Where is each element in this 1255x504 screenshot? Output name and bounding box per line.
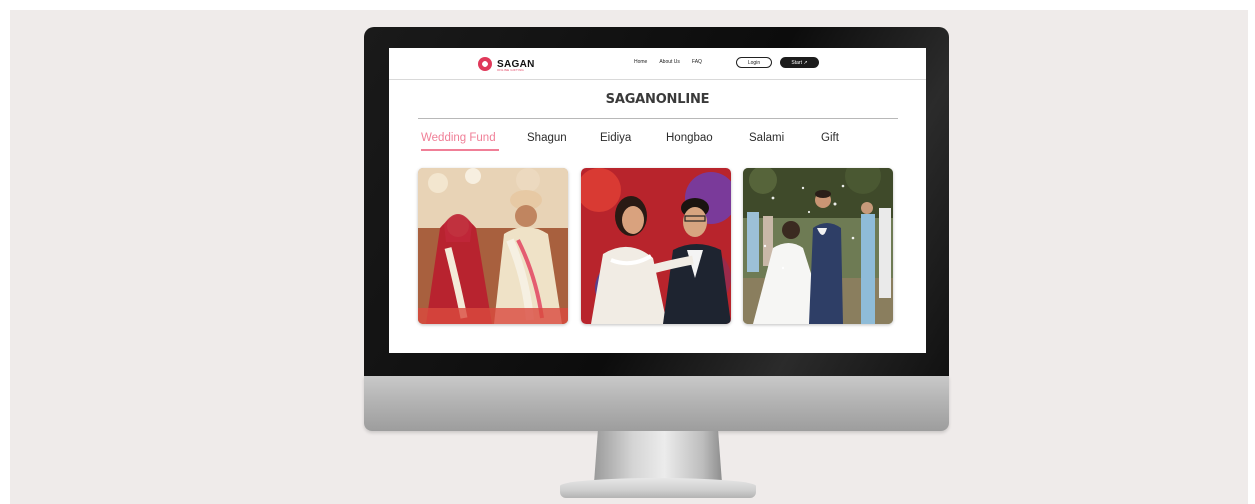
tab-eidiya[interactable]: Eidiya xyxy=(600,132,631,144)
website-screen: SAGAN ONLINE GIFTING Home About Us FAQ L… xyxy=(389,48,926,353)
tab-salami[interactable]: Salami xyxy=(749,132,784,144)
brand-tagline: ONLINE GIFTING xyxy=(497,68,524,72)
top-navbar: SAGAN ONLINE GIFTING Home About Us FAQ L… xyxy=(389,48,926,80)
brand-logo[interactable]: SAGAN ONLINE GIFTING xyxy=(478,56,535,72)
tab-hongbao[interactable]: Hongbao xyxy=(666,132,713,144)
page-title: SAGANONLINE xyxy=(605,92,710,107)
active-tab-underline xyxy=(421,149,499,151)
monitor-chin xyxy=(364,376,949,431)
outdoor-wedding-couple-photo xyxy=(743,168,893,324)
login-button[interactable]: Login xyxy=(736,57,772,68)
nav-link-about[interactable]: About Us xyxy=(659,59,680,65)
wedding-photo-card-3[interactable] xyxy=(743,168,893,324)
nav-links: Home About Us FAQ xyxy=(634,59,702,65)
wedding-photo-card-2[interactable] xyxy=(581,168,731,324)
logo-flower-icon xyxy=(478,57,492,71)
monitor-stand-base xyxy=(560,478,756,498)
wedding-photo-card-1[interactable] xyxy=(418,168,568,324)
nav-link-home[interactable]: Home xyxy=(634,59,647,65)
indian-wedding-couple-photo xyxy=(418,168,568,324)
start-button[interactable]: Start ↗ xyxy=(780,57,819,68)
title-divider xyxy=(418,118,898,119)
asian-wedding-couple-photo xyxy=(581,168,731,324)
tab-gift[interactable]: Gift xyxy=(821,132,839,144)
tab-wedding-fund[interactable]: Wedding Fund xyxy=(421,132,496,144)
nav-link-faq[interactable]: FAQ xyxy=(692,59,702,65)
tab-shagun[interactable]: Shagun xyxy=(527,132,567,144)
monitor-stand xyxy=(594,431,722,483)
